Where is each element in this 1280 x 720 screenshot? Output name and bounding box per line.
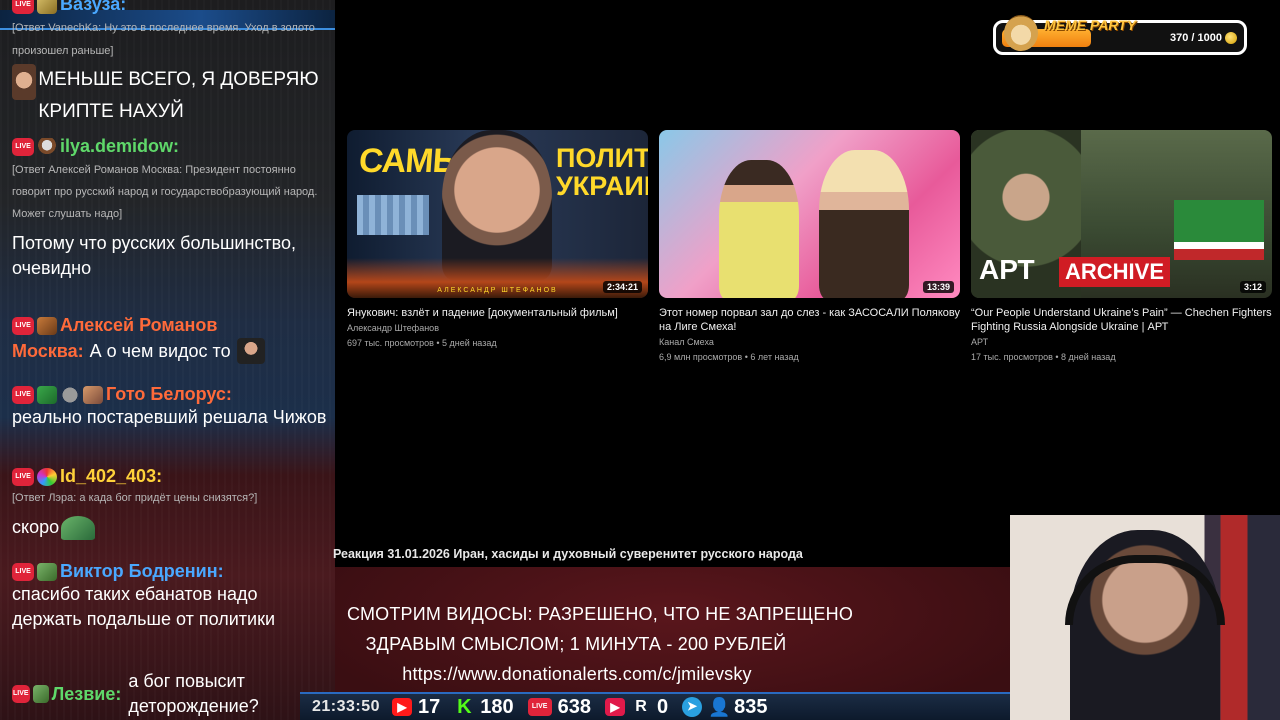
chat-reply: [Ответ VanechKa: Ну это в последнее врем… bbox=[12, 22, 315, 57]
rainbow-badge-icon bbox=[37, 467, 57, 486]
coin-icon bbox=[1225, 32, 1237, 44]
chat-nick-continued[interactable]: Москва: bbox=[12, 341, 84, 362]
frog-emote-icon bbox=[61, 515, 96, 540]
chat-nick[interactable]: Лезвие: bbox=[52, 684, 122, 705]
verified-check-icon bbox=[60, 385, 80, 404]
donation-rules: СМОТРИМ ВИДОСЫ: РАЗРЕШЕНО, ЧТО НЕ ЗАПРЕЩ… bbox=[303, 599, 897, 689]
pen-badge-icon bbox=[37, 385, 57, 404]
kick-viewers: 180 bbox=[480, 695, 514, 718]
stats-bar: 21:33:50 ▶ 17 K 180 LIVE 638 ▶ 5 R 0 ➤ 👤… bbox=[300, 692, 1010, 720]
person-image bbox=[819, 150, 909, 298]
video-thumbnail[interactable]: САМЫЙ ПОЛИТИК УКРАИНЫ АЛЕКСАНДР ШТЕФАНОВ… bbox=[347, 130, 648, 298]
avatar bbox=[12, 64, 37, 100]
money-badge-icon bbox=[37, 0, 57, 14]
chat-nick[interactable]: Гото Белорус: bbox=[106, 384, 232, 405]
video-duration: 13:39 bbox=[922, 281, 954, 293]
thumbnail-logo-text: АРТ bbox=[979, 254, 1035, 285]
rutube-viewers: 0 bbox=[657, 695, 669, 718]
live-badge-icon: LIVE bbox=[12, 0, 34, 14]
chat-message: LIVE Id_402_403: [Ответ Лэра: а када бог… bbox=[12, 466, 330, 540]
video-duration: 3:12 bbox=[1239, 281, 1266, 293]
live-badge-icon: LIVE bbox=[12, 316, 34, 335]
emote-icon bbox=[236, 338, 265, 364]
chat-reply: [Ответ Лэра: а када бог придёт цены сниз… bbox=[12, 492, 258, 504]
fish-badge-icon bbox=[37, 316, 57, 335]
meme-party-title: MEME PARTY bbox=[1044, 17, 1137, 33]
chat-message: МЕНЬШЕ ВСЕГО, Я ДОВЕРЯЮ КРИПТЕ НАХУЙ bbox=[12, 64, 330, 128]
video-thumbnail[interactable]: 13:39 bbox=[659, 130, 960, 298]
chat-message: LIVE Виктор Бодренин: спасибо таких ебан… bbox=[12, 561, 330, 632]
live-viewers: 638 bbox=[557, 695, 592, 718]
rutube-icon: R bbox=[635, 698, 647, 715]
chat-text: А о чем видос то bbox=[89, 340, 231, 361]
chat-panel: LIVE Вазуза: [Ответ VanechKa: Ну это в п… bbox=[0, 0, 335, 720]
chat-text: спасибо таких ебанатов надо держать пода… bbox=[12, 584, 276, 629]
chat-message: LIVE ilya.demidow: [Ответ Алексей Романо… bbox=[12, 136, 330, 281]
chat-text: реально постаревший решала Чижов bbox=[12, 407, 327, 427]
chat-message: LIVE Гото Белорус: реально постаревший р… bbox=[12, 384, 330, 430]
chat-nick[interactable]: Id_402_403: bbox=[60, 466, 162, 487]
video-card[interactable]: АРТ ARCHIVE 3:12 “Our People Understand … bbox=[971, 130, 1272, 364]
youtube-icon: ▶ bbox=[392, 698, 413, 716]
video-channel[interactable]: Канал Смеха bbox=[659, 336, 960, 349]
chat-text: скоро bbox=[12, 517, 60, 537]
chat-reply: [Ответ Алексей Романов Москва: Президент… bbox=[12, 164, 318, 220]
kick-icon: K bbox=[457, 696, 472, 718]
video-meta: 697 тыс. просмотров • 5 дней назад bbox=[347, 338, 497, 348]
video-title[interactable]: Этот номер порвал зал до слез - как ЗАСО… bbox=[659, 306, 960, 334]
frog-badge-icon bbox=[37, 562, 57, 581]
chat-text: МЕНЬШЕ ВСЕГО, Я ДОВЕРЯЮ КРИПТЕ НАХУЙ bbox=[38, 69, 319, 122]
chat-nick[interactable]: Виктор Бодренин: bbox=[60, 561, 224, 582]
chat-nick[interactable]: Алексей Романов bbox=[60, 315, 217, 336]
webcam-feed bbox=[1010, 515, 1280, 720]
person-image bbox=[719, 160, 799, 298]
thumbnail-text: ПОЛИТИК УКРАИНЫ bbox=[556, 143, 648, 201]
meme-party-count: 370 / 1000 bbox=[1170, 32, 1222, 44]
video-channel[interactable]: АРТ bbox=[971, 336, 1272, 349]
video-channel[interactable]: Александр Штефанов bbox=[347, 322, 648, 335]
blurred-area bbox=[357, 195, 429, 235]
chat-nick[interactable]: Вазуза: bbox=[60, 0, 126, 15]
flag-image bbox=[1174, 200, 1264, 260]
video-card[interactable]: САМЫЙ ПОЛИТИК УКРАИНЫ АЛЕКСАНДР ШТЕФАНОВ… bbox=[347, 130, 648, 350]
chat-message: LIVE Алексей Романов Москва: А о чем вид… bbox=[12, 315, 330, 364]
total-viewers: 835 bbox=[734, 695, 768, 718]
live-badge-icon: LIVE bbox=[12, 562, 34, 581]
cup-badge-icon bbox=[37, 137, 57, 156]
live-badge-icon: LIVE bbox=[12, 685, 30, 703]
youtube-viewers: 17 bbox=[418, 695, 441, 718]
video-meta: 6,9 млн просмотров • 6 лет назад bbox=[659, 352, 799, 362]
doge-icon bbox=[1004, 15, 1038, 51]
user-icon: 👤 bbox=[708, 697, 731, 717]
stream-title: Реакция 31.01.2026 Иран, хасиды и духовн… bbox=[333, 547, 803, 561]
frog-badge-icon bbox=[32, 685, 49, 703]
live-icon: LIVE bbox=[527, 698, 552, 716]
donation-link[interactable]: https://www.donationalerts.com/c/jmilevs… bbox=[257, 659, 897, 689]
rules-line: ЗДРАВЫМ СМЫСЛОМ; 1 МИНУТА - 200 РУБЛЕЙ bbox=[365, 634, 787, 654]
live-badge-icon: LIVE bbox=[12, 385, 34, 404]
video-meta: 17 тыс. просмотров • 8 дней назад bbox=[971, 352, 1116, 362]
rules-line: СМОТРИМ ВИДОСЫ: РАЗРЕШЕНО, ЧТО НЕ ЗАПРЕЩ… bbox=[346, 604, 854, 624]
telegram-icon: ➤ bbox=[682, 697, 703, 717]
video-title[interactable]: Янукович: взлёт и падение [документальны… bbox=[347, 306, 648, 320]
video-title[interactable]: “Our People Understand Ukraine’s Pain” —… bbox=[971, 306, 1272, 334]
pixel-badge-icon bbox=[83, 385, 103, 404]
stream-time: 21:33:50 bbox=[312, 698, 381, 715]
chat-message: LIVE Вазуза: [Ответ VanechKa: Ну это в п… bbox=[12, 0, 330, 63]
play-icon: ▶ bbox=[605, 698, 626, 716]
video-card[interactable]: 13:39 Этот номер порвал зал до слез - ка… bbox=[659, 130, 960, 364]
video-thumbnail[interactable]: АРТ ARCHIVE 3:12 bbox=[971, 130, 1272, 298]
chat-text: Потому что русских большинство, очевидно bbox=[12, 233, 297, 278]
video-duration: 2:34:21 bbox=[602, 281, 642, 293]
live-badge-icon: LIVE bbox=[12, 137, 34, 156]
live-badge-icon: LIVE bbox=[12, 467, 34, 486]
thumbnail-archive-label: ARCHIVE bbox=[1059, 257, 1171, 287]
chat-nick[interactable]: ilya.demidow: bbox=[60, 136, 179, 157]
meme-party-widget: MEME PARTY 370 / 1000 bbox=[993, 15, 1247, 55]
